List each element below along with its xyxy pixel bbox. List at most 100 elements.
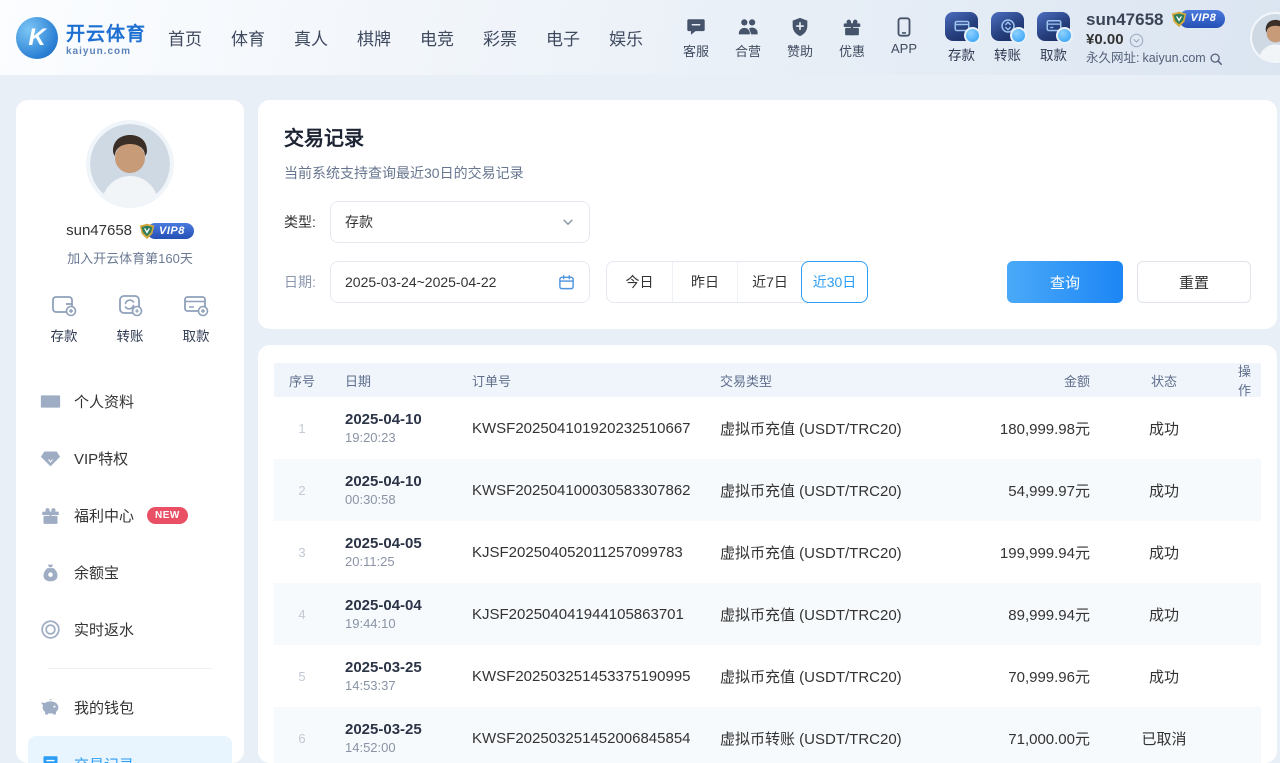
username: sun47658 bbox=[1086, 9, 1164, 30]
row-number: 2 bbox=[274, 483, 330, 498]
nav-item[interactable]: 娱乐 bbox=[609, 25, 643, 50]
reset-button[interactable]: 重置 bbox=[1137, 261, 1251, 303]
quick-link[interactable]: 客服 bbox=[677, 16, 715, 60]
date-range-option[interactable]: 近7日 bbox=[737, 262, 802, 302]
type-select[interactable]: 存款 bbox=[330, 201, 590, 243]
nav-item[interactable]: 体育 bbox=[231, 25, 265, 50]
sidebar-menu-item[interactable]: 福利中心 NEW bbox=[28, 487, 232, 544]
withdraw-3d-icon bbox=[1037, 12, 1070, 41]
type-filter-label: 类型: bbox=[284, 212, 330, 232]
row-amount: 71,000.00元 bbox=[958, 728, 1090, 749]
table-row: 1 2025-04-10 19:20:23 KWSF20250410192023… bbox=[274, 397, 1261, 459]
transfer-3d-icon bbox=[991, 12, 1024, 41]
page-subtitle: 当前系统支持查询最近30日的交易记录 bbox=[284, 163, 1251, 183]
sidebar-menu-label: 福利中心 bbox=[74, 505, 134, 526]
sidebar-menu-item[interactable]: 余额宝 bbox=[28, 544, 232, 601]
sidebar: sun47658 VIP8 加入开云体育第160天 存款 bbox=[16, 100, 244, 763]
date-range-option[interactable]: 昨日 bbox=[672, 262, 737, 302]
date-range-input[interactable]: 2025-03-24~2025-04-22 bbox=[330, 261, 590, 303]
wallet-shortcut[interactable]: 存款 bbox=[50, 291, 78, 345]
gift-icon bbox=[40, 505, 61, 526]
quick-link-label: APP bbox=[891, 41, 917, 56]
row-transaction-type: 虚拟币充值 (USDT/TRC20) bbox=[720, 480, 958, 501]
sidebar-menu-item[interactable]: 实时返水 bbox=[28, 601, 232, 658]
filter-card: 交易记录 当前系统支持查询最近30日的交易记录 类型: 存款 日期: 2025-… bbox=[258, 100, 1277, 329]
sidebar-menu-label: 实时返水 bbox=[74, 619, 134, 640]
nav-item[interactable]: 彩票 bbox=[483, 25, 517, 50]
vip-badge[interactable]: VIP8 bbox=[1170, 11, 1226, 27]
user-avatar[interactable] bbox=[1252, 14, 1280, 61]
sidebar-menu-item[interactable]: 个人资料 bbox=[28, 373, 232, 430]
type-select-value: 存款 bbox=[345, 212, 553, 232]
row-transaction-type: 虚拟币充值 (USDT/TRC20) bbox=[720, 666, 958, 687]
sidebar-vip-badge[interactable]: VIP8 bbox=[138, 223, 194, 239]
wallet-shortcuts: 存款 转账 取款 bbox=[16, 291, 244, 345]
row-status: 成功 bbox=[1090, 666, 1238, 687]
row-amount: 180,999.98元 bbox=[958, 418, 1090, 439]
nav-item[interactable]: 真人 bbox=[294, 25, 328, 50]
nav-item[interactable]: 电竞 bbox=[420, 25, 454, 50]
row-status: 成功 bbox=[1090, 604, 1238, 625]
main-content: 交易记录 当前系统支持查询最近30日的交易记录 类型: 存款 日期: 2025-… bbox=[258, 100, 1277, 763]
row-status: 成功 bbox=[1090, 542, 1238, 563]
date-range-option[interactable]: 近30日 bbox=[801, 261, 868, 303]
partner-icon bbox=[737, 16, 759, 38]
col-header-amount: 金额 bbox=[958, 371, 1090, 390]
quick-link[interactable]: 赞助 bbox=[781, 16, 819, 60]
brand-name: 开云体育 bbox=[66, 19, 146, 46]
promo-icon bbox=[841, 16, 863, 38]
quick-link[interactable]: 合营 bbox=[729, 16, 767, 60]
row-date: 2025-04-05 bbox=[345, 535, 472, 552]
date-range-option[interactable]: 今日 bbox=[607, 262, 672, 302]
app-icon bbox=[893, 16, 915, 38]
row-transaction-type: 虚拟币充值 (USDT/TRC20) bbox=[720, 604, 958, 625]
row-order-number: KJSF202504041944105863701 bbox=[472, 606, 720, 623]
wallet-action-label: 存款 bbox=[948, 44, 975, 64]
wallet-shortcut[interactable]: 转账 bbox=[116, 291, 144, 345]
sidebar-menu-item[interactable]: 我的钱包 bbox=[28, 679, 232, 736]
row-number: 3 bbox=[274, 545, 330, 560]
wallet-action-label: 转账 bbox=[994, 44, 1021, 64]
row-time: 14:52:00 bbox=[345, 740, 472, 755]
search-icon[interactable] bbox=[1209, 52, 1223, 66]
profile-avatar[interactable] bbox=[90, 124, 170, 204]
wallet-shortcut-label: 取款 bbox=[183, 325, 210, 345]
deposit-3d-icon bbox=[945, 12, 978, 41]
deposit-icon bbox=[50, 291, 78, 319]
query-button[interactable]: 查询 bbox=[1007, 261, 1123, 303]
nav-item[interactable]: 棋牌 bbox=[357, 25, 391, 50]
quick-link-label: 赞助 bbox=[787, 41, 813, 60]
sidebar-menu-label: 我的钱包 bbox=[74, 697, 134, 718]
permanent-url[interactable]: kaiyun.com bbox=[1142, 51, 1205, 67]
balance-dropdown-icon[interactable] bbox=[1129, 33, 1144, 48]
wallet-action[interactable]: 取款 bbox=[1037, 12, 1070, 64]
col-header-action: 操作 bbox=[1238, 361, 1261, 399]
wallet-shortcut[interactable]: 取款 bbox=[182, 291, 210, 345]
withdraw-icon bbox=[182, 291, 210, 319]
sidebar-menu-item[interactable]: VIP特权 bbox=[28, 430, 232, 487]
col-header-type: 交易类型 bbox=[720, 371, 958, 390]
quick-link[interactable]: 优惠 bbox=[833, 16, 871, 60]
sponsor-icon bbox=[789, 16, 811, 38]
row-order-number: KWSF202504100030583307862 bbox=[472, 482, 720, 499]
wallet-action[interactable]: 转账 bbox=[991, 12, 1024, 64]
nav-item[interactable]: 电子 bbox=[546, 25, 580, 50]
brand-logo[interactable]: K 开云体育 kaiyun.com bbox=[16, 17, 154, 59]
row-status: 成功 bbox=[1090, 480, 1238, 501]
quick-link[interactable]: APP bbox=[885, 16, 923, 60]
transfer-icon bbox=[116, 291, 144, 319]
date-quick-ranges: 今日 昨日 近7日 近30日 bbox=[606, 261, 868, 303]
user-info: sun47658 VIP8 ¥0.00 永久网址: kaiyun.com bbox=[1086, 9, 1244, 67]
transactions-table-card: 序号 日期 订单号 交易类型 金额 状态 操作 1 2025-04-10 19:… bbox=[258, 345, 1277, 763]
row-date: 2025-04-04 bbox=[345, 597, 472, 614]
nav-item[interactable]: 首页 bbox=[168, 25, 202, 50]
page-body: sun47658 VIP8 加入开云体育第160天 存款 bbox=[0, 75, 1280, 763]
sidebar-menu-label: VIP特权 bbox=[74, 448, 128, 469]
col-header-order: 订单号 bbox=[472, 371, 720, 390]
table-row: 5 2025-03-25 14:53:37 KWSF20250325145337… bbox=[274, 645, 1261, 707]
balance: ¥0.00 bbox=[1086, 31, 1124, 50]
sidebar-menu-item[interactable]: 交易记录 bbox=[28, 736, 232, 763]
permanent-url-label: 永久网址: bbox=[1086, 51, 1139, 67]
table-row: 6 2025-03-25 14:52:00 KWSF20250325145200… bbox=[274, 707, 1261, 763]
wallet-action[interactable]: 存款 bbox=[945, 12, 978, 64]
